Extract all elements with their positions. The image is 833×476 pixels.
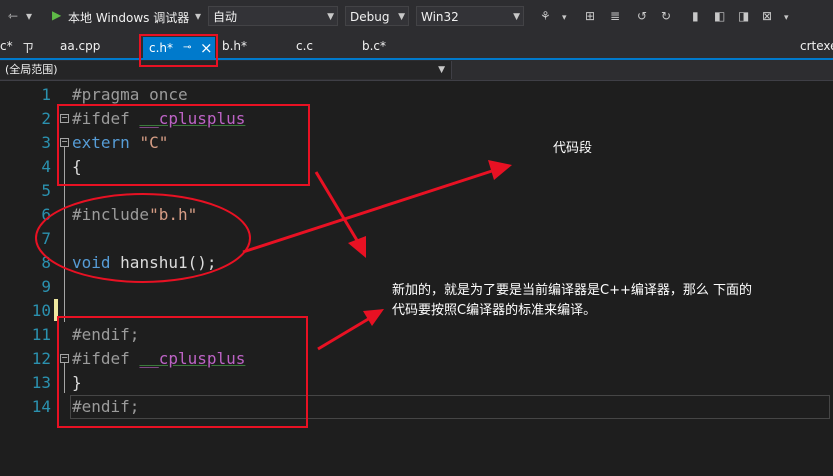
annotation-code-segment: 代码段 [553, 141, 593, 156]
annotation-arrow-line [317, 316, 371, 351]
annotation-ellipse [35, 193, 251, 283]
annotation-explanation-line-2: 代码要按照C编译器的标准来编译。 [392, 303, 597, 318]
annotation-arrows [35, 160, 512, 351]
annotation-arrow-line [242, 168, 496, 254]
annotation-explanation-line-1: 新加的，就是为了要是当前编译器是C++编译器，那么 下面的 [392, 283, 752, 298]
annotation-arrowhead [488, 160, 512, 180]
annotation-arrowhead [363, 309, 384, 326]
annotation-arrow-line [314, 171, 360, 243]
